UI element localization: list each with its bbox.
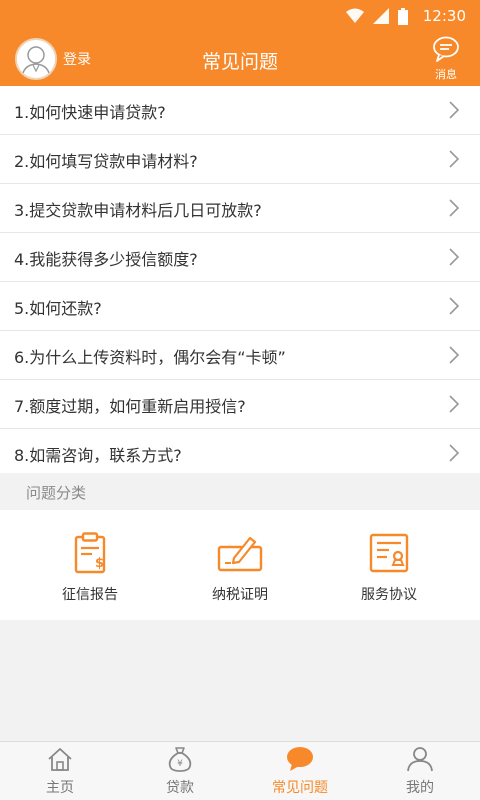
chevron-right-icon — [449, 248, 460, 266]
app-header: 登录 常见问题 消息 — [0, 34, 480, 86]
faq-list: 1.如何快速申请贷款? 2.如何填写贷款申请材料? 3.提交贷款申请材料后几日可… — [0, 86, 480, 478]
service-agreement-icon — [369, 533, 409, 573]
faq-item[interactable]: 8.如需咨询，联系方式? — [0, 429, 480, 478]
chevron-right-icon — [449, 297, 460, 315]
status-time: 12:30 — [422, 7, 466, 25]
faq-item[interactable]: 3.提交贷款申请材料后几日可放款? — [0, 184, 480, 233]
faq-question: 2.如何填写贷款申请材料? — [14, 152, 198, 171]
message-label: 消息 — [435, 68, 457, 81]
chevron-right-icon — [449, 101, 460, 119]
chevron-right-icon — [449, 395, 460, 413]
category-header: 问题分类 — [0, 473, 480, 510]
nav-loan[interactable]: ¥ 贷款 — [120, 746, 240, 797]
category-panel: $ 征信报告 纳税证明 服务协议 — [0, 510, 480, 620]
category-label: 征信报告 — [62, 587, 118, 603]
faq-item[interactable]: 1.如何快速申请贷款? — [0, 86, 480, 135]
battery-icon — [397, 7, 408, 25]
chevron-right-icon — [449, 444, 460, 462]
category-tax-certificate[interactable]: 纳税证明 — [180, 532, 300, 604]
faq-question: 3.提交贷款申请材料后几日可放款? — [14, 201, 262, 220]
category-label: 服务协议 — [361, 587, 417, 603]
message-icon — [433, 36, 459, 62]
nav-mine[interactable]: 我的 — [360, 746, 480, 797]
category-title: 问题分类 — [26, 484, 87, 502]
home-icon — [48, 748, 72, 771]
faq-question: 6.为什么上传资料时，偶尔会有“卡顿” — [14, 348, 286, 367]
nav-label: 我的 — [406, 780, 434, 796]
user-icon — [407, 747, 433, 772]
faq-question: 7.额度过期，如何重新启用授信? — [14, 397, 246, 416]
category-label: 纳税证明 — [212, 587, 268, 603]
faq-question: 1.如何快速申请贷款? — [14, 103, 166, 122]
svg-text:¥: ¥ — [177, 759, 183, 769]
signal-icon — [372, 8, 389, 24]
tax-certificate-icon — [217, 536, 263, 572]
bottom-nav: 主页 ¥ 贷款 常见问题 我的 — [0, 741, 480, 800]
credit-report-icon: $ — [74, 532, 106, 574]
category-credit-report[interactable]: $ 征信报告 — [30, 532, 150, 604]
faq-item[interactable]: 2.如何填写贷款申请材料? — [0, 135, 480, 184]
wifi-icon — [345, 8, 364, 23]
faq-item[interactable]: 4.我能获得多少授信额度? — [0, 233, 480, 282]
nav-faq[interactable]: 常见问题 — [240, 746, 360, 797]
message-button[interactable]: 消息 — [426, 36, 466, 84]
chat-bubble-icon — [287, 747, 313, 771]
faq-item[interactable]: 5.如何还款? — [0, 282, 480, 331]
category-service-agreement[interactable]: 服务协议 — [329, 532, 449, 604]
chevron-right-icon — [449, 199, 460, 217]
chevron-right-icon — [449, 346, 460, 364]
faq-question: 8.如需咨询，联系方式? — [14, 446, 182, 465]
faq-question: 5.如何还款? — [14, 299, 102, 318]
status-icons: 12:30 — [345, 7, 466, 25]
faq-question: 4.我能获得多少授信额度? — [14, 250, 198, 269]
svg-text:$: $ — [95, 556, 104, 571]
nav-label: 常见问题 — [272, 780, 328, 796]
nav-label: 贷款 — [166, 780, 194, 796]
status-bar: 12:30 — [0, 0, 480, 34]
page-title: 常见问题 — [201, 51, 278, 73]
nav-label: 主页 — [46, 780, 74, 796]
chevron-right-icon — [449, 150, 460, 168]
faq-item[interactable]: 7.额度过期，如何重新启用授信? — [0, 380, 480, 429]
nav-home[interactable]: 主页 — [0, 746, 120, 797]
faq-item[interactable]: 6.为什么上传资料时，偶尔会有“卡顿” — [0, 331, 480, 380]
money-bag-icon: ¥ — [168, 747, 192, 772]
